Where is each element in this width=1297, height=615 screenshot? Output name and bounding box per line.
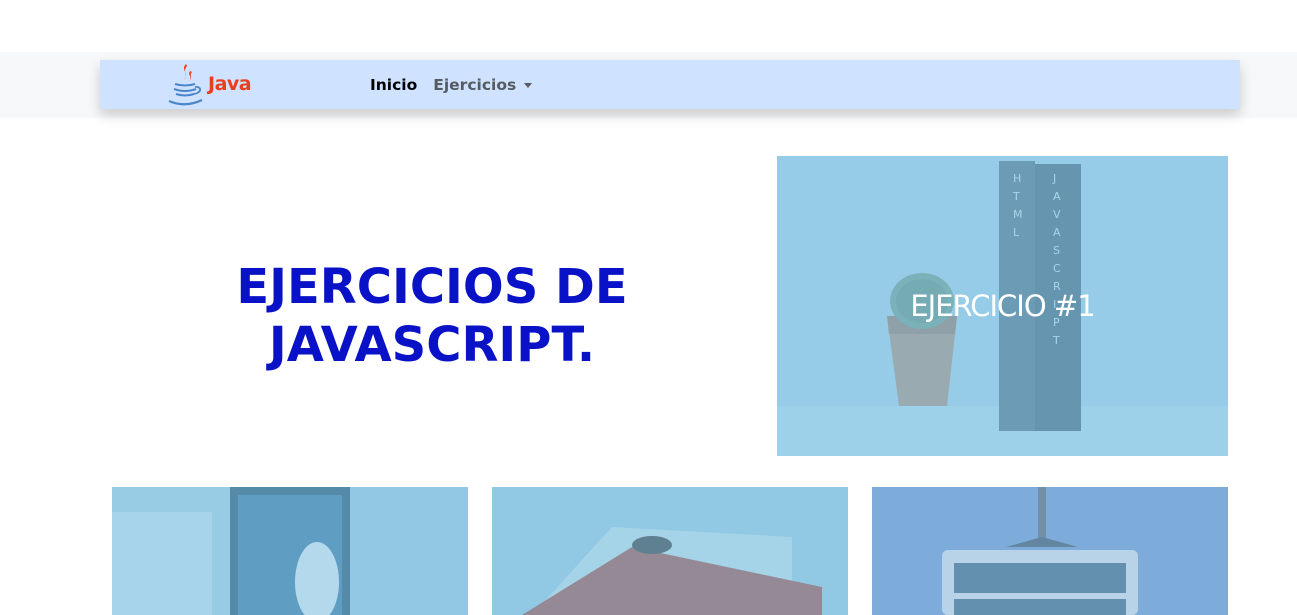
red-book-photo: [492, 487, 848, 615]
navbar: Java Inicio Ejercicios: [100, 60, 1240, 109]
nav-dropdown-ejercicios[interactable]: Ejercicios: [433, 75, 533, 94]
card-ejercicio-1[interactable]: HTML JAVA SCRI PT EJERCICIO #1: [777, 156, 1228, 456]
nav-link-inicio[interactable]: Inicio: [370, 76, 417, 94]
page-title-line1: EJERCICIOS DE: [236, 259, 628, 315]
brand-logo[interactable]: Java: [166, 60, 252, 109]
nav-links: Inicio Ejercicios: [370, 60, 533, 109]
brand-text: Java: [208, 72, 252, 95]
desk-with-monitor-photo: [112, 487, 468, 615]
card-caption: EJERCICIO #1: [910, 289, 1095, 323]
card-ejercicio-2[interactable]: [112, 487, 468, 615]
lamp-and-desk-photo: [872, 487, 1228, 615]
page-title-line2: JAVASCRIPT.: [268, 317, 596, 373]
page-title: EJERCICIOS DE JAVASCRIPT.: [112, 258, 752, 374]
card-ejercicio-4[interactable]: [872, 487, 1228, 615]
java-cup-icon: [168, 64, 203, 106]
caret-down-icon: [524, 83, 533, 88]
card-ejercicio-3[interactable]: [492, 487, 848, 615]
nav-dropdown-label: Ejercicios: [433, 75, 517, 94]
